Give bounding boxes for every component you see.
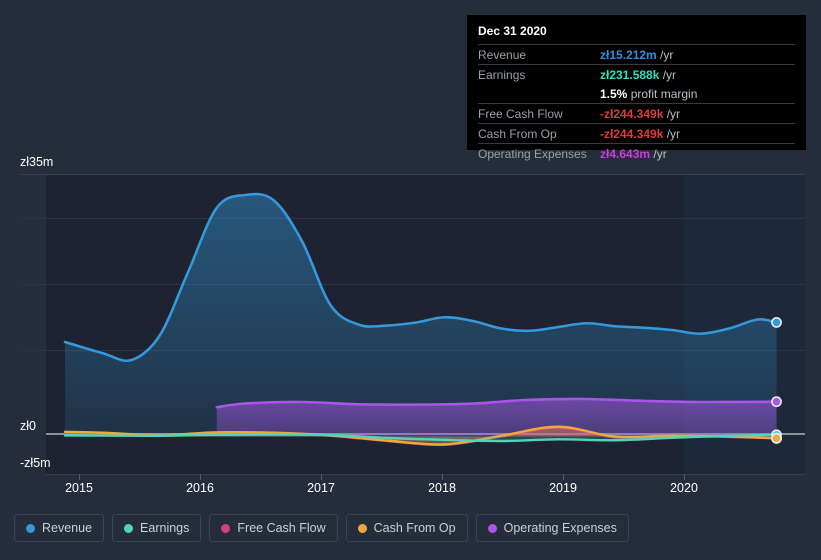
x-axis-label-2020: 2020	[670, 481, 698, 495]
x-axis-tick-2017	[321, 474, 322, 480]
y-axis-label-35m: zł35m	[20, 155, 54, 169]
tooltip-row-label: Cash From Op	[478, 123, 600, 144]
legend-item-label: Cash From Op	[373, 521, 456, 535]
x-axis-label-2018: 2018	[428, 481, 456, 495]
legend-color-dot-icon	[357, 523, 367, 533]
x-axis-tick-2018	[442, 474, 443, 480]
y-axis-label-0: zł0	[20, 419, 36, 433]
tooltip-row: 1.5% profit margin	[478, 84, 795, 104]
tooltip-row-label: Free Cash Flow	[478, 103, 600, 124]
x-axis-tick-2016	[200, 474, 201, 480]
x-axis-tick-2015	[79, 474, 80, 480]
tooltip-row-value: zł231.588k /yr	[600, 64, 795, 84]
legend-item-label: Free Cash Flow	[237, 521, 326, 535]
chart-legend[interactable]: Revenue Earnings Free Cash Flow Cash From O…	[14, 514, 629, 542]
x-axis-label-2015: 2015	[65, 481, 93, 495]
x-axis-label-2019: 2019	[549, 481, 577, 495]
tooltip-row-label: Revenue	[478, 44, 600, 65]
x-axis-tick-2020	[684, 474, 685, 480]
legend-item-label: Revenue	[42, 521, 93, 535]
x-axis-label-2016: 2016	[186, 481, 214, 495]
tooltip-row-value: -zł244.349k /yr	[600, 103, 795, 124]
tooltip-values-table: Revenue zł15.212m /yr Earnings zł231.588k /…	[478, 44, 795, 163]
tooltip-row-label: Earnings	[478, 64, 600, 84]
axis-line-bottom	[46, 474, 805, 475]
data-tooltip: Dec 31 2020 Revenue zł15.212m /yr Earnings…	[467, 15, 806, 163]
legend-color-dot-icon	[26, 523, 35, 533]
tooltip-row: Revenue zł15.212m /yr	[478, 44, 795, 65]
tooltip-row: Free Cash Flow -zł244.349k /yr	[478, 103, 795, 124]
x-axis-tick-2019	[563, 474, 564, 480]
legend-item-cash-from-op[interactable]: Cash From Op	[345, 514, 468, 542]
legend-item-earnings[interactable]: Earnings	[112, 514, 202, 542]
tooltip-row: Cash From Op -zł244.349k /yr	[478, 123, 795, 144]
legend-item-revenue[interactable]: Revenue	[14, 514, 105, 542]
tooltip-row: Earnings zł231.588k /yr	[478, 64, 795, 84]
series-area-revenue	[63, 192, 778, 437]
legend-item-label: Operating Expenses	[503, 521, 617, 535]
legend-item-operating-expenses[interactable]: Operating Expenses	[475, 514, 629, 542]
legend-color-dot-icon	[487, 523, 497, 533]
tooltip-date-title: Dec 31 2020	[478, 24, 547, 38]
legend-color-dot-icon	[124, 523, 134, 533]
tooltip-row-label: Operating Expenses	[478, 143, 600, 163]
x-axis-label-2017: 2017	[307, 481, 335, 495]
financial-chart-widget: zł35m zł0 -zł5m 2015 2016 2017 2018 2019…	[0, 0, 821, 560]
tooltip-row-value: zł4.643m /yr	[600, 143, 795, 163]
legend-color-dot-icon	[221, 523, 231, 533]
tooltip-row-value: 1.5% profit margin	[600, 86, 698, 101]
series-area-operating-expenses	[215, 397, 778, 437]
tooltip-row: Operating Expenses zł4.643m /yr	[478, 143, 795, 163]
chart-series-svg	[63, 192, 782, 447]
legend-item-label: Earnings	[140, 521, 190, 535]
tooltip-row-value: zł15.212m /yr	[600, 44, 795, 65]
tooltip-row-value: -zł244.349k /yr	[600, 123, 795, 144]
tooltip-row-label	[478, 84, 600, 104]
legend-item-free-cash-flow[interactable]: Free Cash Flow	[209, 514, 338, 542]
